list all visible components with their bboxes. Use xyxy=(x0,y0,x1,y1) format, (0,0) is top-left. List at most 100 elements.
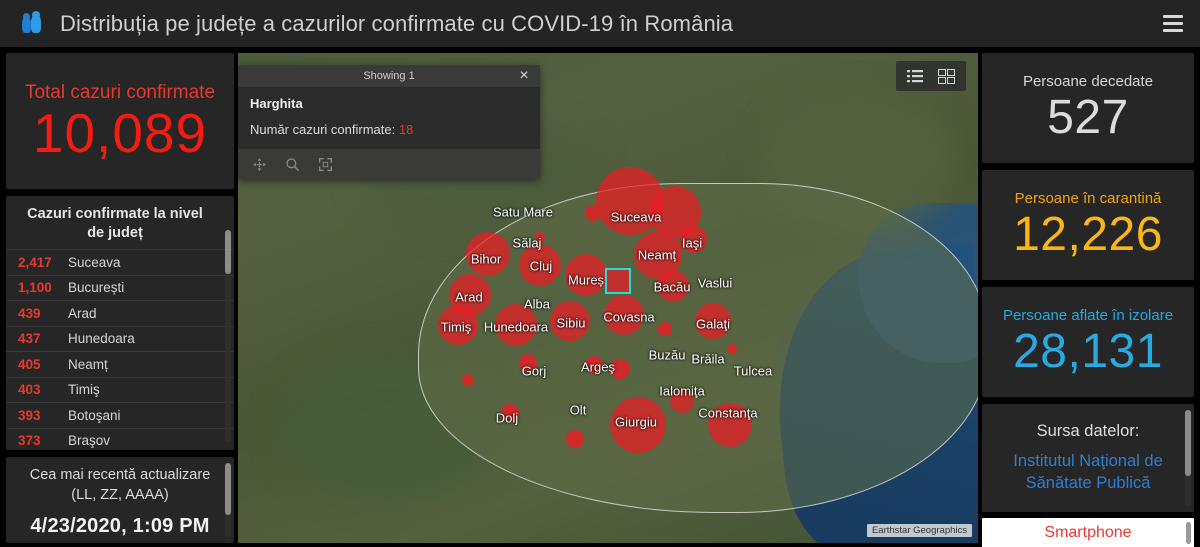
county-cases-panel: Cazuri confirmate la nivel de județ 2,41… xyxy=(6,196,234,450)
popup-cases-field: Număr cazuri confirmate: 18 xyxy=(250,122,528,137)
county-case-count: 1,100 xyxy=(18,280,52,296)
popup-body: Harghita Număr cazuri confirmate: 18 xyxy=(238,87,540,149)
case-circle[interactable] xyxy=(695,303,731,339)
total-cases-value: 10,089 xyxy=(32,101,208,164)
case-circle[interactable] xyxy=(585,356,603,374)
expand-icon[interactable] xyxy=(318,157,333,172)
county-name: Neamț xyxy=(68,356,108,372)
case-circle[interactable] xyxy=(610,397,666,453)
last-update-label-line2: (LL, ZZ, AAAA) xyxy=(71,486,169,503)
last-update-scrollbar[interactable] xyxy=(225,463,231,537)
case-circle[interactable] xyxy=(501,404,519,422)
deaths-label: Persoane decedate xyxy=(1022,72,1154,90)
case-circle[interactable] xyxy=(565,254,607,296)
deaths-panel: Persoane decedate 527 xyxy=(982,53,1194,163)
popup-actions xyxy=(238,149,540,179)
county-name: Suceava xyxy=(68,254,121,270)
county-case-count: 373 xyxy=(18,433,41,449)
case-circle[interactable] xyxy=(708,403,752,447)
scrollbar-thumb[interactable] xyxy=(1185,410,1191,476)
county-name: Timiş xyxy=(68,382,100,398)
scrollbar-thumb[interactable] xyxy=(225,230,231,274)
case-circle[interactable] xyxy=(658,322,672,336)
left-sidebar: Total cazuri confirmate 10,089 Cazuri co… xyxy=(6,53,234,543)
county-list-scrollbar[interactable] xyxy=(225,230,231,442)
selected-county-highlight[interactable] xyxy=(605,268,631,294)
list-item[interactable]: 405 Neamț xyxy=(6,351,234,377)
county-case-count: 393 xyxy=(18,407,41,423)
pan-icon[interactable] xyxy=(252,157,267,172)
quarantine-label: Persoane în carantină xyxy=(1014,189,1162,207)
county-list-title: Cazuri confirmate la nivel de județ xyxy=(27,206,203,241)
case-circle[interactable] xyxy=(679,225,707,253)
hamburger-menu-icon[interactable] xyxy=(1160,11,1186,35)
list-item[interactable]: 403 Timiş xyxy=(6,376,234,403)
data-source-scrollbar[interactable] xyxy=(1185,410,1191,506)
case-circle[interactable] xyxy=(566,430,584,448)
list-item[interactable]: 373 Braşov xyxy=(6,427,234,450)
list-view-icon[interactable] xyxy=(907,69,924,84)
case-circle[interactable] xyxy=(519,244,561,286)
data-source-panel: Sursa datelor: Institutul Naţional de Să… xyxy=(982,404,1194,512)
list-item[interactable]: 439 Arad xyxy=(6,300,234,326)
list-item[interactable]: 1,100 București xyxy=(6,274,234,301)
isolation-label: Persoane aflate în izolare xyxy=(1002,306,1174,324)
case-circle[interactable] xyxy=(657,270,689,302)
total-cases-panel: Total cazuri confirmate 10,089 xyxy=(6,53,234,189)
case-circle[interactable] xyxy=(535,232,545,242)
dashboard-root: Distribuția pe județe a cazurilor confir… xyxy=(0,0,1200,547)
case-circle[interactable] xyxy=(495,304,537,346)
case-circle[interactable] xyxy=(462,374,474,386)
popup-cases-value: 18 xyxy=(398,122,414,137)
list-item[interactable]: 437 Hunedoara xyxy=(6,325,234,352)
case-circle[interactable] xyxy=(604,295,644,335)
data-source-link[interactable]: Institutul Naţional de Sănătate Publică xyxy=(982,451,1194,493)
popup-header: Showing 1 × xyxy=(238,65,540,87)
county-name: Botoşani xyxy=(68,407,121,423)
county-list[interactable]: 2,417 Suceava 1,100 București 439 Arad 437 Hune… xyxy=(6,249,234,450)
smartphone-scrollbar[interactable] xyxy=(1186,522,1191,544)
popup-county-name: Harghita xyxy=(250,96,303,111)
close-icon[interactable]: × xyxy=(516,68,532,84)
case-circle[interactable] xyxy=(466,232,510,276)
popup-showing-count: Showing 1 xyxy=(363,70,415,82)
people-icon xyxy=(20,10,46,37)
county-name: Braşov xyxy=(68,433,111,449)
page-title: Distribuția pe județe a cazurilor confir… xyxy=(60,10,734,36)
scrollbar-thumb[interactable] xyxy=(225,463,231,515)
county-case-count: 437 xyxy=(18,331,41,347)
smartphone-button[interactable]: Smartphone xyxy=(982,518,1194,547)
right-sidebar: Persoane decedate 527 Persoane în carant… xyxy=(982,53,1194,547)
isolation-value: 28,131 xyxy=(1013,324,1163,378)
county-name: Hunedoara xyxy=(68,331,135,347)
county-name: București xyxy=(68,280,125,296)
grid-view-icon[interactable] xyxy=(938,68,955,84)
county-name: Arad xyxy=(68,305,97,321)
county-case-count: 439 xyxy=(18,305,41,321)
map-view[interactable]: Satu Mare Sălaj Bihor Cluj Mureș Suceava Neamț… xyxy=(238,53,978,543)
app-header: Distribuția pe județe a cazurilor confir… xyxy=(0,0,1200,47)
zoom-to-icon[interactable] xyxy=(285,157,300,172)
list-item[interactable]: 393 Botoşani xyxy=(6,402,234,428)
county-case-count: 2,417 xyxy=(18,254,52,270)
map-attribution: Earthstar Geographics xyxy=(866,524,972,537)
list-item[interactable]: 2,417 Suceava xyxy=(6,249,234,275)
deaths-value: 527 xyxy=(1047,90,1129,144)
case-circle[interactable] xyxy=(610,359,630,379)
quarantine-value: 12,226 xyxy=(1013,207,1163,261)
case-circle[interactable] xyxy=(585,205,601,221)
case-circle[interactable] xyxy=(727,344,737,354)
case-circle[interactable] xyxy=(519,354,537,372)
case-circle[interactable] xyxy=(670,389,694,413)
total-cases-label: Total cazuri confirmate xyxy=(24,81,216,103)
isolation-panel: Persoane aflate în izolare 28,131 xyxy=(982,287,1194,397)
popup-cases-label: Număr cazuri confirmate: xyxy=(250,122,396,137)
map-tools xyxy=(896,61,966,91)
case-circle[interactable] xyxy=(550,301,590,341)
county-case-count: 405 xyxy=(18,356,41,372)
case-circle[interactable] xyxy=(438,305,478,345)
last-update-label-line1: Cea mai recentă actualizare xyxy=(29,467,211,483)
quarantine-panel: Persoane în carantină 12,226 xyxy=(982,170,1194,280)
feature-popup[interactable]: Showing 1 × Harghita Număr cazuri confir… xyxy=(238,65,540,179)
last-update-panel: Cea mai recentă actualizare (LL, ZZ, AAA… xyxy=(6,457,234,543)
